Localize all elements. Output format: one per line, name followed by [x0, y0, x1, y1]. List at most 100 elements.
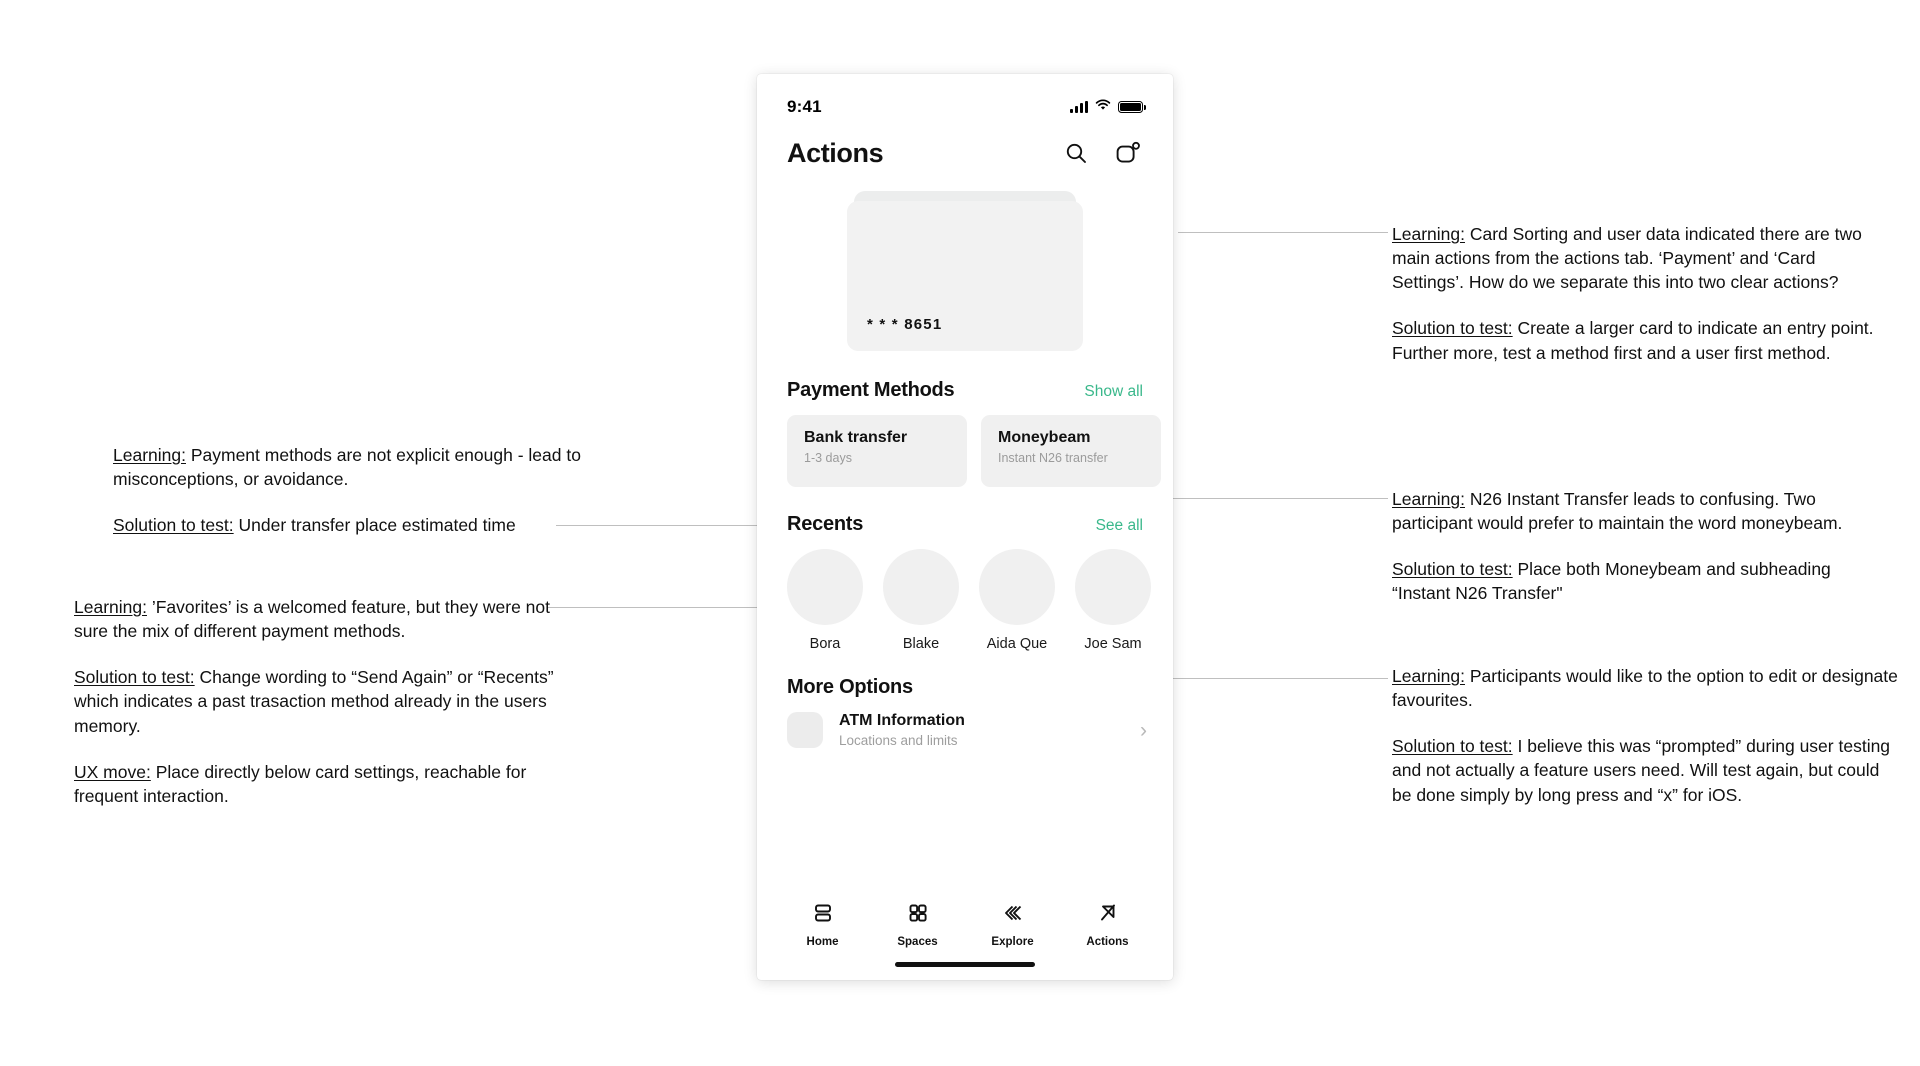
recents-title: Recents	[787, 513, 864, 535]
recents-see-all-link[interactable]: See all	[1096, 517, 1143, 535]
option-title: ATM Information	[839, 712, 965, 729]
connector-line-right-3	[1150, 678, 1388, 679]
annotation-solution: Solution to test: I believe this was “pr…	[1392, 734, 1902, 806]
annotation-solution-label: Solution to test:	[1392, 559, 1513, 580]
card-number: * * * 8651	[867, 316, 943, 333]
payment-methods-title: Payment Methods	[787, 379, 955, 401]
annotation-learning-label: Learning:	[1392, 666, 1465, 686]
avatar	[883, 549, 959, 625]
connector-line-right-1	[1178, 232, 1388, 233]
annotation-learning-label: Learning:	[1392, 224, 1465, 244]
bottom-tab-bar: Home Spaces Explore Actions	[757, 892, 1173, 948]
annotation-learning: Learning: N26 Instant Transfer leads to …	[1392, 487, 1892, 535]
option-sub: Locations and limits	[839, 733, 958, 748]
list-item[interactable]: Bora	[787, 549, 863, 652]
list-item[interactable]: Aida Que	[979, 549, 1055, 652]
annotation-right-1: Learning: Card Sorting and user data ind…	[1392, 222, 1892, 365]
annotation-solution-label: Solution to test:	[113, 515, 234, 536]
connector-line-right-2	[1162, 498, 1388, 499]
option-text: ATM Information Locations and limits	[839, 712, 1124, 748]
annotation-learning-text: Participants would like to the option to…	[1392, 666, 1898, 711]
card-notification-icon[interactable]	[1113, 139, 1143, 169]
status-icons	[1070, 98, 1146, 116]
payment-method-name: Bank transfer	[804, 429, 908, 446]
payment-method-tile[interactable]: Moneybeam Instant N26 transfer	[981, 415, 1161, 487]
annotation-learning: Learning: ’Favorites’ is a welcomed feat…	[74, 595, 574, 643]
list-item[interactable]: ATM Information Locations and limits ›	[757, 712, 1173, 748]
header-actions	[1061, 139, 1143, 169]
tab-home[interactable]: Home	[786, 902, 860, 948]
screen-scroll-area[interactable]: * * * 8651 Payment Methods Show all Bank…	[757, 169, 1173, 892]
card-front[interactable]: * * * 8651	[847, 201, 1083, 351]
recent-name: Blake	[902, 636, 940, 652]
more-options-header: More Options	[757, 676, 1173, 699]
annotation-solution: Solution to test: Under transfer place e…	[113, 513, 613, 537]
wifi-icon	[1095, 98, 1111, 116]
annotation-solution-label: Solution to test:	[1392, 736, 1513, 757]
recents-header: Recents See all	[757, 513, 1173, 536]
payment-methods-show-all-link[interactable]: Show all	[1084, 383, 1143, 401]
list-item[interactable]: Blake	[883, 549, 959, 652]
payment-method-sub: 1-3 days	[804, 451, 852, 465]
tab-label: Explore	[991, 936, 1034, 948]
battery-full-icon	[1118, 101, 1146, 113]
annotation-right-2: Learning: N26 Instant Transfer leads to …	[1392, 487, 1892, 606]
home-indicator[interactable]	[895, 961, 1035, 967]
home-rows-icon	[812, 902, 834, 929]
cellular-signal-icon	[1070, 101, 1088, 113]
avatar	[787, 549, 863, 625]
annotation-learning: Learning: Payment methods are not explic…	[113, 443, 613, 491]
annotation-solution-label: Solution to test:	[74, 667, 195, 688]
annotation-learning-label: Learning:	[1392, 489, 1465, 509]
tab-label: Actions	[1086, 936, 1129, 948]
payment-method-tile[interactable]: Bank transfer 1-3 days	[787, 415, 967, 487]
annotation-solution-text: Under transfer place estimated time	[233, 515, 516, 536]
scroll-fade-overlay	[757, 852, 1173, 892]
annotation-ux-label: UX move:	[74, 761, 151, 782]
app-header: Actions	[757, 126, 1173, 169]
avatar	[979, 549, 1055, 625]
annotation-solution: Solution to test: Create a larger card t…	[1392, 316, 1892, 364]
avatar	[1075, 549, 1151, 625]
status-time: 9:41	[787, 97, 822, 116]
annotated-mockup-canvas: Learning: Payment methods are not explic…	[0, 0, 1920, 1066]
actions-arrow-icon	[1097, 902, 1119, 929]
annotation-learning: Learning: Participants would like to the…	[1392, 664, 1902, 712]
recents-list[interactable]: Bora Blake Aida Que Joe Sam	[757, 549, 1173, 652]
more-options-title: More Options	[787, 676, 913, 698]
tab-explore[interactable]: Explore	[976, 902, 1050, 948]
recent-name: Joe Sam	[1084, 636, 1142, 652]
connector-line-left-2	[548, 607, 780, 608]
annotation-learning-label: Learning:	[74, 597, 147, 617]
annotation-learning-label: Learning:	[113, 445, 186, 465]
page-title: Actions	[787, 138, 884, 168]
status-bar: 9:41	[757, 74, 1173, 126]
annotation-solution: Solution to test: Change wording to “Sen…	[74, 665, 574, 737]
chevron-right-icon: ›	[1140, 718, 1147, 742]
payment-methods-header: Payment Methods Show all	[757, 379, 1173, 402]
annotation-left-2: Learning: ’Favorites’ is a welcomed feat…	[74, 595, 574, 808]
card-stack[interactable]: * * * 8651	[847, 191, 1083, 351]
tab-actions[interactable]: Actions	[1071, 902, 1145, 948]
card-section: * * * 8651	[757, 169, 1173, 379]
recent-name: Bora	[809, 636, 841, 652]
payment-method-name: Moneybeam	[998, 429, 1091, 446]
payment-method-sub: Instant N26 transfer	[998, 451, 1108, 465]
stacked-chevrons-icon	[1001, 902, 1025, 929]
annotation-solution: Solution to test: Place both Moneybeam a…	[1392, 557, 1892, 605]
grid-squares-icon	[907, 902, 929, 929]
annotation-left-1: Learning: Payment methods are not explic…	[113, 443, 613, 537]
payment-methods-list[interactable]: Bank transfer 1-3 days Moneybeam Instant…	[757, 415, 1173, 487]
tab-spaces[interactable]: Spaces	[881, 902, 955, 948]
tab-label: Home	[806, 936, 839, 948]
search-icon[interactable]	[1061, 139, 1091, 169]
home-indicator-area	[757, 948, 1173, 980]
annotation-right-3: Learning: Participants would like to the…	[1392, 664, 1902, 807]
recent-name: Aida Que	[986, 636, 1048, 652]
tab-label: Spaces	[897, 936, 938, 948]
annotation-solution-label: Solution to test:	[1392, 318, 1513, 339]
annotation-ux-move: UX move: Place directly below card setti…	[74, 760, 574, 808]
annotation-learning: Learning: Card Sorting and user data ind…	[1392, 222, 1892, 294]
list-item[interactable]: Joe Sam	[1075, 549, 1151, 652]
phone-mockup: 9:41 Actions * * * 8651 Payment Methods …	[757, 74, 1173, 980]
